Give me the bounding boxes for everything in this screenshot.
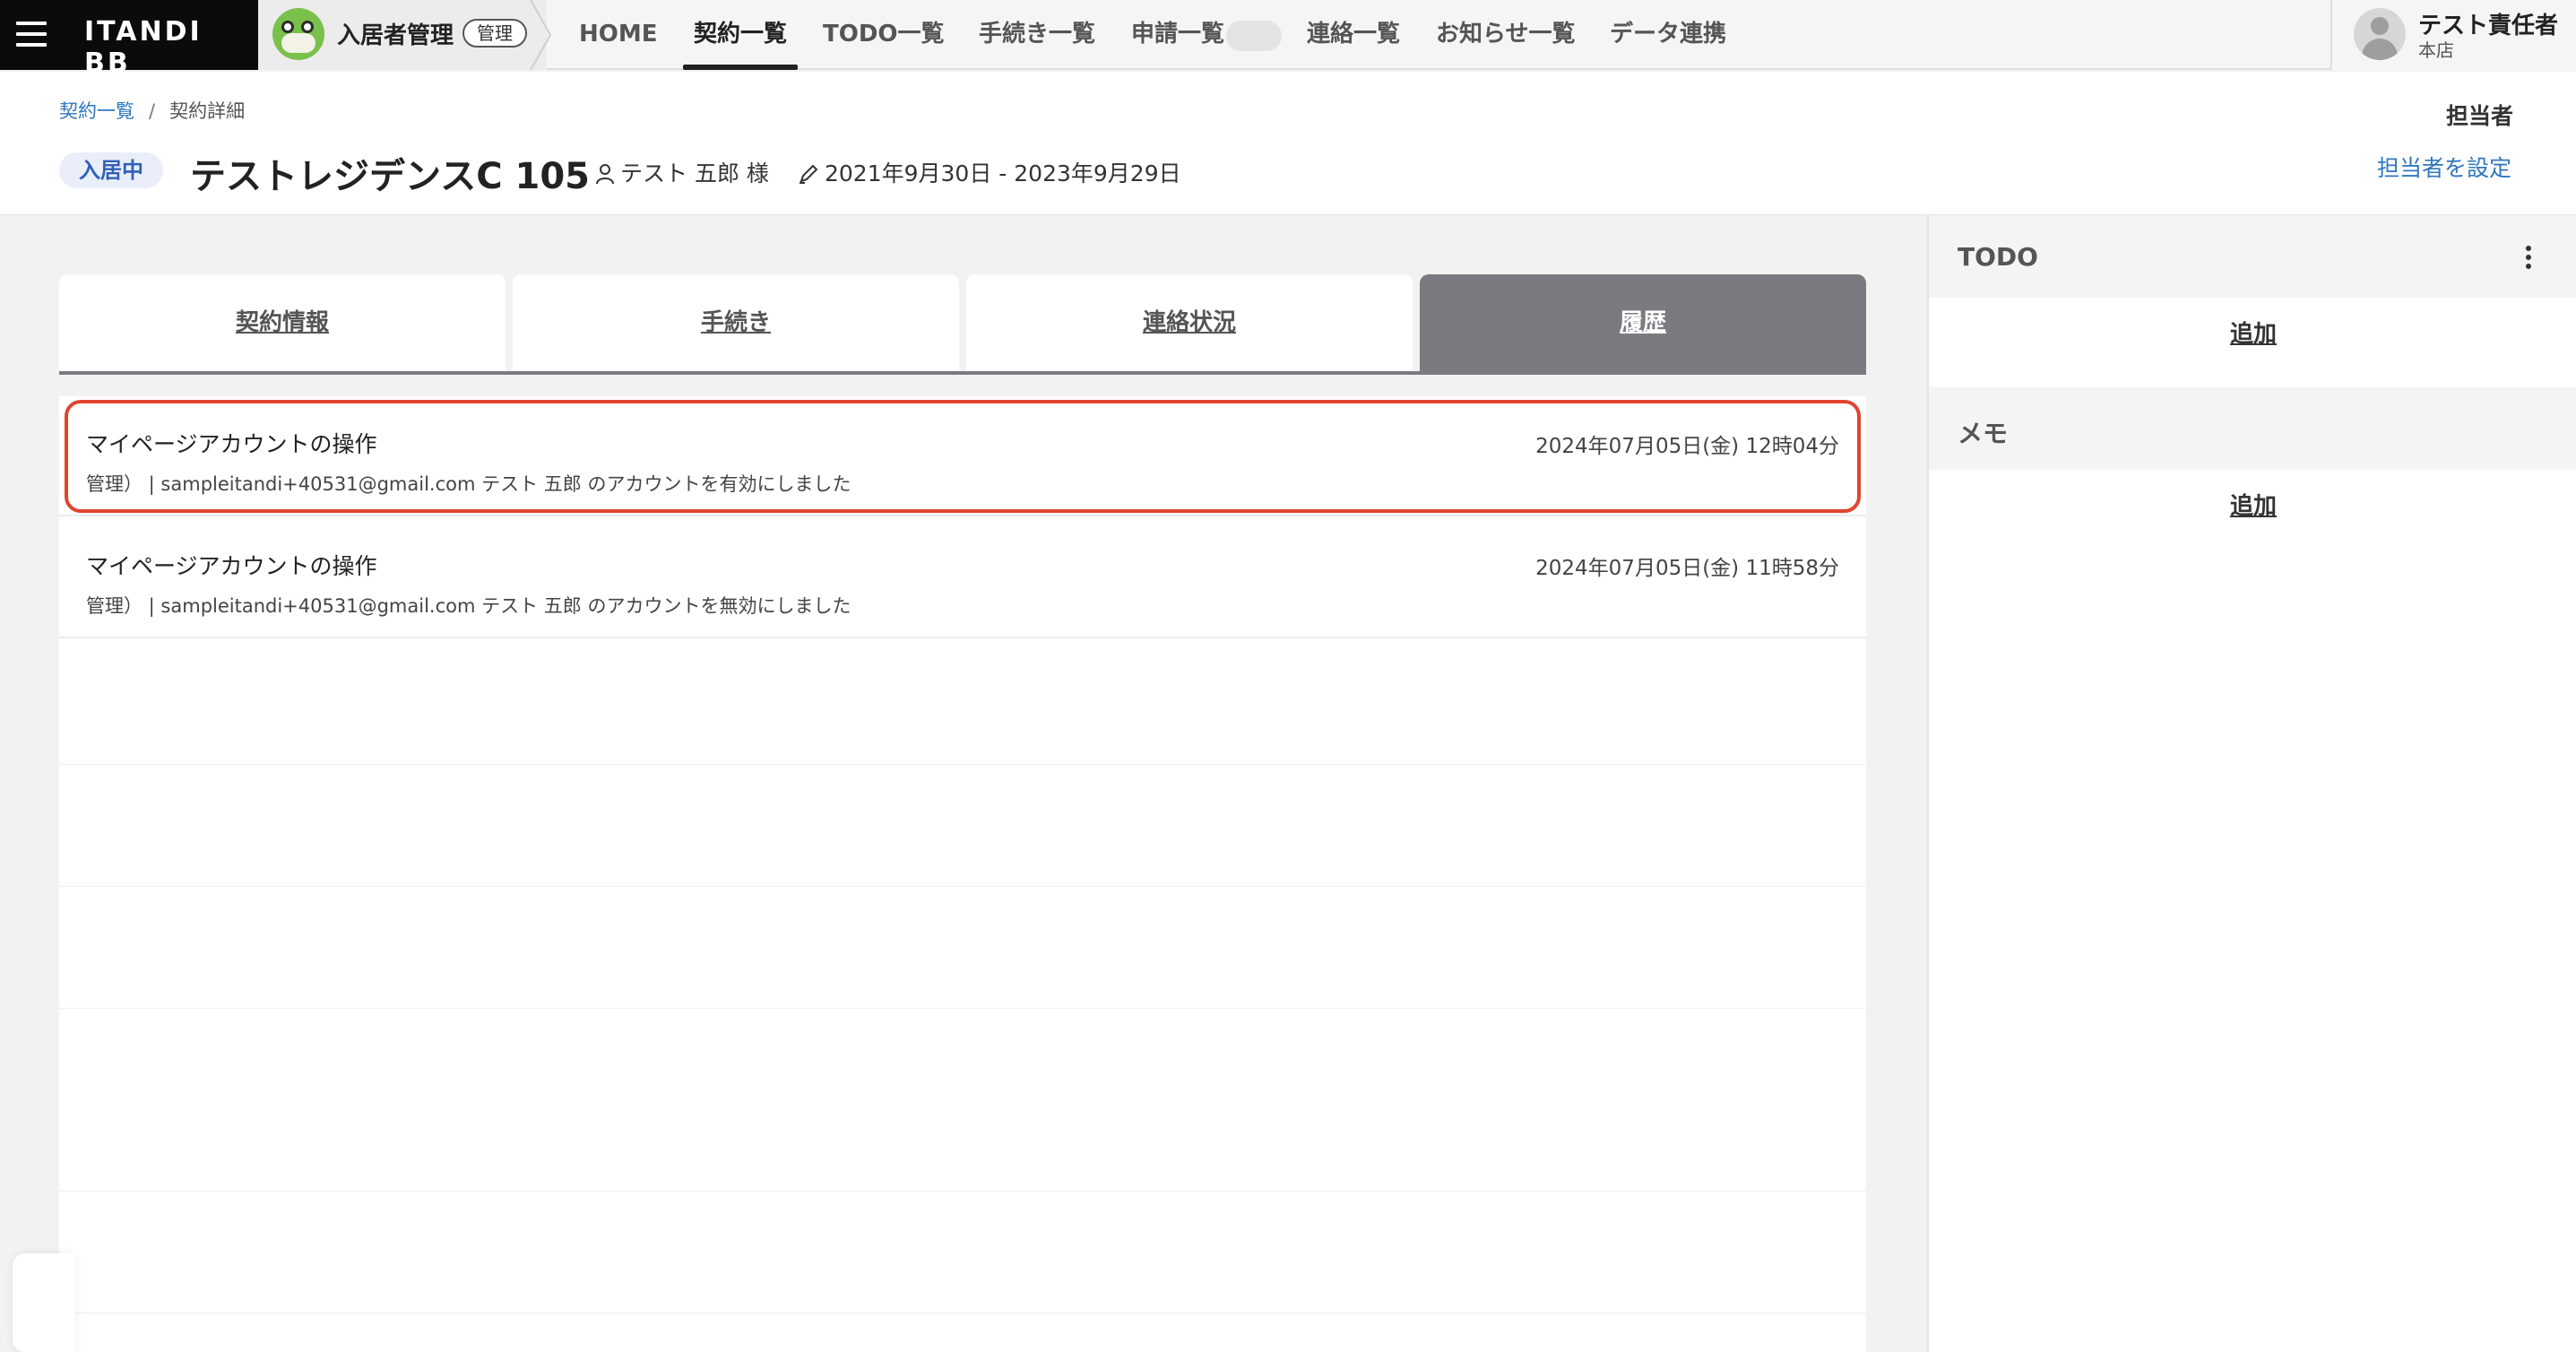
product-switcher[interactable]: 入居者管理 管理 [258, 0, 547, 70]
todo-panel-header: TODO [1929, 215, 2576, 298]
nav-notices[interactable]: お知らせ一覧 [1436, 0, 1575, 70]
product-chevron-icon [530, 0, 552, 70]
set-staff-link[interactable]: 担当者を設定 [2377, 151, 2511, 183]
nav-applications-count-badge [1226, 21, 1282, 51]
contract-period: 2021年9月30日 - 2023年9月29日 [798, 156, 1181, 188]
breadcrumb-contract-list-link[interactable]: 契約一覧 [59, 100, 134, 122]
user-menu[interactable]: テスト責任者 本店 [2330, 0, 2576, 70]
page-title: テストレジデンスC 105 [190, 156, 590, 197]
divider [59, 1191, 1866, 1192]
breadcrumb-current: 契約詳細 [169, 100, 246, 122]
nav-procedures[interactable]: 手続き一覧 [979, 0, 1095, 70]
brand-bar: ITANDI BB [0, 0, 258, 79]
history-timestamp: 2024年07月05日(金) 11時58分 [1535, 557, 1839, 580]
tab-contact-status[interactable]: 連絡状況 [966, 274, 1413, 371]
tab-procedures[interactable]: 手続き [513, 274, 959, 371]
breadcrumb-separator: / [149, 100, 156, 122]
history-detail: 管理） | sampleitandi+40531@gmail.com テスト 五… [86, 595, 851, 617]
nav-active-indicator [683, 65, 798, 70]
nav-home[interactable]: HOME [579, 0, 658, 70]
hamburger-menu-icon[interactable] [16, 22, 47, 48]
brand-logo[interactable]: ITANDI BB [84, 16, 258, 79]
contract-period-text: 2021年9月30日 - 2023年9月29日 [825, 160, 1181, 186]
nav-todo[interactable]: TODO一覧 [823, 0, 945, 70]
memo-title: メモ [1958, 419, 2009, 448]
history-title: マイページアカウントの操作 [86, 431, 377, 457]
floating-panel[interactable] [13, 1253, 75, 1352]
history-detail: 管理） | sampleitandi+40531@gmail.com テスト 五… [86, 473, 851, 495]
avatar-icon [2354, 8, 2406, 60]
todo-title: TODO [1958, 242, 2038, 272]
status-badge: 入居中 [59, 152, 163, 188]
nav-contacts[interactable]: 連絡一覧 [1307, 0, 1400, 70]
history-row[interactable]: マイページアカウントの操作 2024年07月05日(金) 11時58分 管理） … [59, 518, 1866, 638]
contract-tabs: 契約情報 手続き 連絡状況 履歴 [59, 274, 1866, 375]
tab-contract-info[interactable]: 契約情報 [59, 274, 506, 371]
breadcrumb: 契約一覧 / 契約詳細 [59, 97, 245, 124]
contract-header: 契約一覧 / 契約詳細 入居中 テストレジデンスC 105 テスト 五郎 様 202… [0, 72, 2576, 215]
history-list: マイページアカウントの操作 2024年07月05日(金) 12時04分 管理） … [59, 396, 1866, 1352]
add-todo-button[interactable]: 追加 [1929, 316, 2576, 349]
history-row[interactable]: マイページアカウントの操作 2024年07月05日(金) 12時04分 管理） … [59, 396, 1866, 516]
history-title: マイページアカウントの操作 [86, 553, 377, 579]
product-name: 入居者管理 [337, 22, 454, 49]
nav-data-integration[interactable]: データ連携 [1610, 0, 1726, 70]
more-options-icon[interactable] [2524, 246, 2533, 273]
divider [59, 1008, 1866, 1009]
tab-history[interactable]: 履歴 [1420, 274, 1866, 371]
history-timestamp: 2024年07月05日(金) 12時04分 [1535, 435, 1839, 458]
mascot-icon [272, 8, 324, 60]
top-navigation: ITANDI BB 入居者管理 管理 HOME 契約一覧 TODO一覧 手続き一… [0, 0, 2576, 79]
tenant-name: テスト 五郎 様 [620, 160, 769, 186]
tenant-info: テスト 五郎 様 [595, 156, 769, 188]
pen-icon [800, 164, 818, 184]
user-store: 本店 [2418, 39, 2454, 61]
nav-applications[interactable]: 申請一覧 [1131, 0, 1224, 70]
product-badge: 管理 [462, 19, 527, 48]
memo-panel-header: メモ [1929, 387, 2576, 470]
divider [59, 886, 1866, 887]
add-memo-button[interactable]: 追加 [1929, 488, 2576, 521]
nav-contracts[interactable]: 契約一覧 [694, 0, 787, 70]
right-sidebar: TODO 追加 メモ 追加 [1927, 215, 2576, 1352]
person-icon [596, 164, 614, 185]
divider [59, 764, 1866, 765]
staff-label: 担当者 [2445, 103, 2513, 129]
